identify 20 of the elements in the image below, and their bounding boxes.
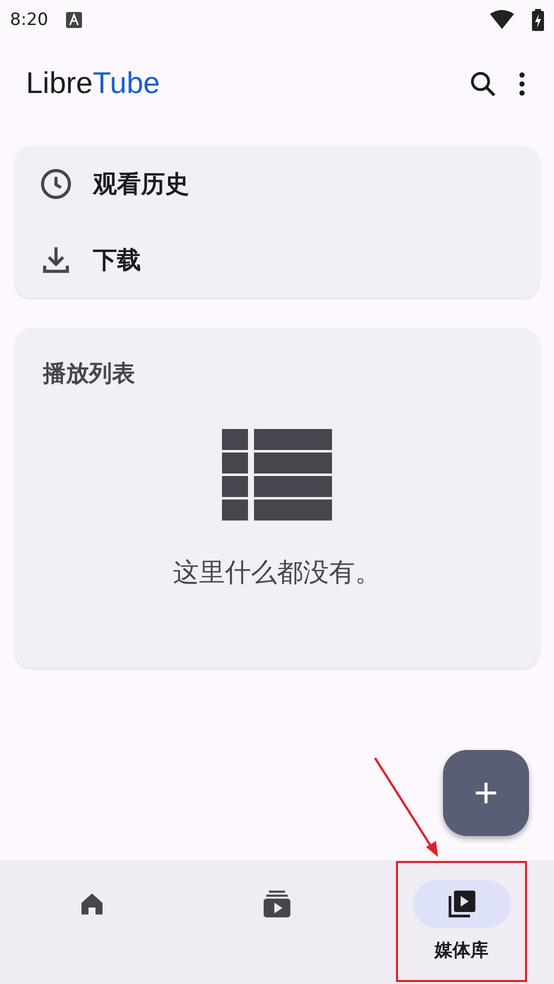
empty-message: 这里什么都没有。 bbox=[173, 557, 381, 590]
search-icon bbox=[468, 69, 498, 99]
status-time: 8:20 bbox=[10, 10, 48, 30]
subscriptions-icon bbox=[261, 888, 293, 920]
clock-icon bbox=[39, 167, 73, 201]
shortcut-item[interactable]: 观看历史 bbox=[15, 146, 539, 222]
add-button[interactable]: + bbox=[443, 750, 529, 836]
section-title: 播放列表 bbox=[43, 360, 135, 389]
nav-label: 媒体库 bbox=[434, 939, 489, 962]
notification-icon bbox=[66, 12, 82, 28]
wifi-icon bbox=[490, 10, 514, 30]
shortcut-label: 观看历史 bbox=[93, 169, 189, 200]
video-library-icon bbox=[446, 888, 478, 920]
shortcut-label: 下载 bbox=[93, 245, 141, 276]
more-icon bbox=[519, 72, 525, 96]
list-icon bbox=[222, 429, 332, 521]
app-title: LibreTube bbox=[26, 67, 161, 101]
nav-item[interactable]: 媒体库 bbox=[369, 860, 554, 984]
battery-icon bbox=[532, 9, 544, 31]
shortcut-item[interactable]: 下载 bbox=[15, 222, 539, 298]
